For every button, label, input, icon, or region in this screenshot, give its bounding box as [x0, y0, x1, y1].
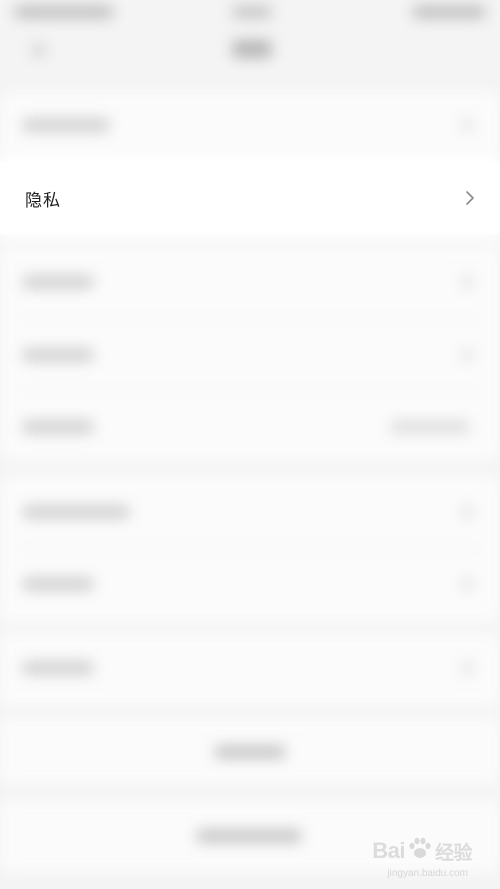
row-chevron-blur — [462, 505, 472, 519]
row-label-blur — [22, 661, 94, 675]
row-label-blur — [22, 505, 130, 519]
row-chevron-blur — [462, 275, 472, 289]
settings-screen: 隐私 Bai 经验 jingyan.baidu.com — [0, 0, 500, 889]
group-panel-blur — [0, 476, 500, 622]
title-blur — [232, 40, 272, 58]
settings-item-privacy[interactable]: 隐私 — [0, 162, 500, 234]
button-label-blur — [196, 829, 302, 843]
button-label-blur — [214, 745, 286, 759]
chevron-right-icon — [464, 190, 476, 206]
settings-item-label: 隐私 — [25, 190, 61, 211]
baidu-jingyan-watermark: Bai 经验 jingyan.baidu.com — [372, 837, 473, 879]
paw-icon — [407, 837, 433, 865]
status-bar-blur — [14, 6, 114, 18]
status-bar-blur — [232, 6, 272, 18]
row-chevron-blur — [462, 661, 472, 675]
row-label-blur — [22, 348, 94, 362]
row-chevron-blur — [462, 577, 472, 591]
row-chevron-blur — [462, 348, 472, 362]
row-chevron-blur — [462, 118, 472, 132]
row-label-blur — [22, 420, 94, 434]
watermark-brand: Bai — [372, 838, 405, 863]
row-label-blur — [22, 577, 94, 591]
status-bar-blur — [412, 6, 486, 18]
blurred-background — [0, 0, 500, 889]
back-icon-blur — [32, 44, 46, 56]
watermark-domain: jingyan.baidu.com — [387, 868, 468, 879]
row-label-blur — [22, 275, 94, 289]
row-value-blur — [390, 420, 470, 434]
row-label-blur — [22, 118, 110, 132]
watermark-brand-tail: 经验 — [434, 842, 473, 864]
